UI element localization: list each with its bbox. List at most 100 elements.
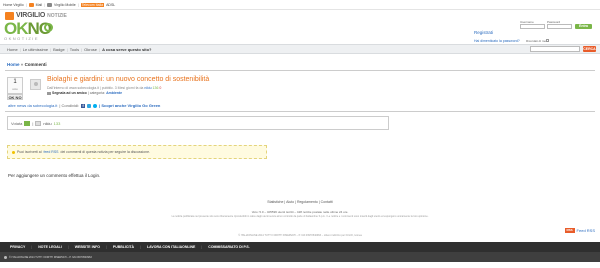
article-actions: Segnala ad un amico | categoria: Ambient… [47, 91, 122, 95]
footer-link-rules[interactable]: Regolamento [297, 200, 318, 204]
footer-link-help[interactable]: Aiuto [286, 200, 294, 204]
page-bottom [0, 262, 600, 268]
meta-source[interactable]: www.sobecologia.it [69, 86, 99, 90]
vote-label: voto [12, 87, 18, 91]
copyright-line: © ITALIAONLINE 2014 TUTTI I DIRITTI RISE… [238, 234, 362, 237]
breadcrumb-current: Commenti [24, 62, 47, 67]
notice-text-after: dei commenti di questa notizia per segui… [60, 150, 151, 154]
separator: | [31, 245, 33, 249]
nav-tools[interactable]: Tools [68, 47, 81, 52]
password-input[interactable] [547, 24, 572, 29]
topbar-link-telecom[interactable]: Telecom Italia [80, 2, 105, 7]
footer-rss[interactable]: RSS Feed RSS [564, 228, 595, 233]
divider [5, 70, 595, 71]
share-row: altre news da sobecologia.it | Condividi… [8, 103, 160, 108]
share-label: | Condividi: [59, 103, 80, 108]
virgilio-notizie: NOTIZIE [47, 12, 67, 19]
login-button[interactable]: Entra [575, 24, 592, 29]
footer-lavora[interactable]: LAVORA CON ITALIAONLINE [147, 245, 195, 249]
separator: | [105, 245, 107, 249]
speech-bubble-icon [44, 23, 53, 32]
separator: | [25, 2, 27, 7]
points-negative: 0 [159, 86, 162, 90]
login-to-comment-text: Per aggiungere un commento effettua il L… [8, 173, 101, 178]
okno-tagline: OKNOTIZIE [4, 36, 40, 41]
separator: | [44, 2, 46, 7]
breadcrumb-home[interactable]: Home [7, 62, 20, 67]
okno-wordmark: OKNO [4, 20, 66, 37]
footer-link-contacts[interactable]: Contatti [321, 200, 333, 204]
virgilio-brand: VIRGILIO [16, 12, 46, 19]
oknotizie-logo[interactable]: OKNO OKNOTIZIE [4, 20, 66, 43]
go-green-link[interactable]: | Scopri anche Virgilio Go Green [99, 103, 160, 108]
comments-rss-link[interactable]: feed RSS [44, 150, 59, 154]
footer-rss-label[interactable]: Feed RSS [577, 228, 595, 233]
separator: | [32, 120, 34, 126]
voted-label: Votata [11, 120, 23, 126]
twitter-icon[interactable] [87, 103, 92, 108]
rss-notice: Puoi iscriverti al feed RSS dei commenti… [7, 145, 267, 159]
site-stats: Voto: 5.0 – 405596 utenti iscritti – 428… [251, 210, 349, 214]
mail-icon [28, 2, 34, 7]
voted-by-box: Votata | nikiu 133 [7, 116, 389, 130]
meta-user[interactable]: nikiu [144, 86, 151, 90]
article-title[interactable]: Biolaghi e giardini: un nuovo concetto d… [47, 76, 209, 83]
article-thumbnail[interactable] [30, 79, 41, 90]
meta-prefix: Dall'interno di [47, 86, 69, 90]
forgot-password-link[interactable]: Hai dimenticato la password? [474, 39, 520, 43]
voter-avatar[interactable] [35, 120, 42, 126]
breadcrumb: Home » Commenti [7, 62, 47, 67]
topbar-link-mail[interactable]: Mail [36, 3, 42, 7]
topbar-link-mobile[interactable]: Virgilio Mobile [54, 3, 76, 7]
username-input[interactable] [520, 24, 545, 29]
register-link[interactable]: Registrati [474, 30, 493, 35]
legal-notice: La notizia pubblicata nel presente sito … [171, 215, 429, 218]
separator: | [77, 2, 79, 7]
more-news-link[interactable]: altre news da sobecologia.it [8, 103, 57, 108]
italiaonline-icon [4, 255, 7, 259]
points-positive: 136 [152, 86, 159, 90]
footer-copyright-bar: © ITALIAONLINE 2014 TUTTI I DIRITTI RISE… [0, 252, 600, 262]
nav-badge[interactable]: Badge [51, 47, 67, 52]
separator: | [140, 245, 142, 249]
footer-pubblicita[interactable]: PUBBLICITÀ [113, 245, 134, 249]
footer-website-info[interactable]: WEBSITE INFO [75, 245, 100, 249]
topbar-link-adsl[interactable]: ADSL [106, 3, 115, 7]
nav-okrose[interactable]: Okrose [82, 47, 99, 52]
separator: | [201, 245, 203, 249]
footer-commissariato[interactable]: COMMISSARIATO DI P.S. [208, 245, 249, 249]
facebook-icon[interactable]: f [81, 103, 86, 108]
topbar-link-home[interactable]: Home Virgilio [3, 3, 24, 7]
rss-icon: RSS [564, 228, 575, 233]
voter-name[interactable]: nikiu [43, 121, 51, 126]
category-link[interactable]: Ambiente [106, 91, 122, 95]
flag-icon [47, 91, 51, 95]
nav-about[interactable]: A cosa serve questo sito? [100, 47, 153, 52]
info-icon [12, 150, 15, 154]
breadcrumb-separator: » [20, 62, 24, 67]
mobile-icon [47, 2, 53, 7]
separator: | [67, 245, 69, 249]
remember-me-label: Ricordati di me [526, 39, 547, 43]
footer-note-legali[interactable]: NOTE LEGALI [38, 245, 62, 249]
meta-time: | pubblic. 3 Mesi giorni fa da [99, 86, 144, 90]
category-label: | categoria: [87, 91, 106, 95]
voter-badge-icon [24, 120, 31, 126]
footer-copyright: © ITALIAONLINE 2014 TUTTI I DIRITTI RISE… [9, 255, 92, 259]
footer-privacy[interactable]: PRIVACY [10, 245, 25, 249]
remember-me-checkbox[interactable] [546, 39, 549, 42]
vote-counter: 1 voto [7, 77, 23, 94]
ok-no-button[interactable]: OK NO [7, 94, 23, 100]
search-button[interactable]: CERCA [583, 46, 596, 52]
nav-ultimissime[interactable]: Le ultimissime [21, 47, 50, 52]
footer-links: Statistiche | Aiuto | Regolamento | Cont… [267, 200, 333, 204]
report-friend-link[interactable]: Segnala ad un amico [52, 91, 87, 95]
vote-count: 1 [13, 79, 17, 85]
voter-points: 133 [53, 120, 61, 126]
main-nav: Home | Le ultimissime | Badge | Tools | … [0, 44, 600, 54]
search-input[interactable] [530, 46, 580, 52]
footer-link-stats[interactable]: Statistiche [267, 200, 283, 204]
skype-icon[interactable] [93, 103, 98, 108]
nav-home[interactable]: Home [5, 47, 20, 52]
divider [5, 111, 595, 112]
